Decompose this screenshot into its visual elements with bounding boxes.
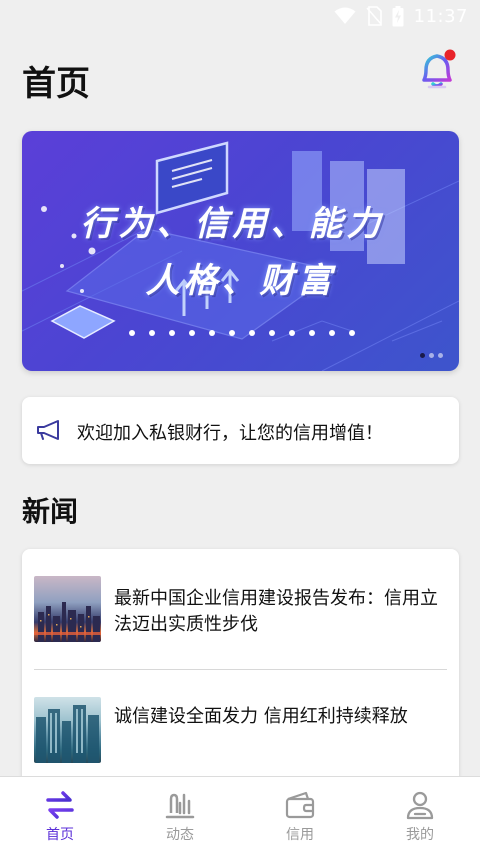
banner-pagination [420,353,443,358]
tab-credit[interactable]: 信用 [240,777,360,854]
tab-label: 信用 [286,827,314,843]
news-item[interactable]: 最新中国企业信用建设报告发布：信用立法迈出实质性步伐 [22,549,459,659]
exchange-icon [46,791,74,819]
tab-profile[interactable]: 我的 [360,777,480,854]
tab-label: 我的 [406,827,434,843]
user-icon [406,791,434,820]
promo-banner[interactable]: 行为、信用、能力 人格、财富 [22,131,459,371]
news-item[interactable]: 诚信建设全面发力 信用红利持续释放 [22,670,459,780]
wallet-icon [285,791,315,819]
battery-charging-icon [392,5,404,26]
tab-label: 动态 [166,827,194,843]
header: 首页 [0,40,480,110]
banner-dot[interactable] [429,353,434,358]
tab-label: 首页 [46,827,74,843]
news-thumbnail [34,576,101,642]
banner-dot[interactable] [420,353,425,358]
megaphone-icon [37,420,59,440]
news-thumbnail [34,697,101,763]
bottom-tab-bar: 首页 动态 信用 我的 [0,776,480,854]
banner-headline: 行为、信用、能力 [80,204,385,244]
banner-dot[interactable] [438,353,443,358]
status-bar: 11:37 [0,0,480,32]
announcement-text: 欢迎加入私银财行，让您的信用增值！ [77,423,383,444]
tab-feed[interactable]: 动态 [120,777,240,854]
status-time: 11:37 [413,5,468,27]
notification-bell-icon[interactable] [416,46,462,92]
page-title: 首页 [22,64,90,104]
announcement-bar[interactable]: 欢迎加入私银财行，让您的信用增值！ [22,397,459,464]
banner-illustration [22,141,459,371]
chart-icon [165,793,195,819]
status-icons: 11:37 [334,5,468,27]
banner-subheadline: 人格、财富 [145,261,336,301]
news-section-title: 新闻 [22,495,79,528]
news-title: 诚信建设全面发力 信用红利持续释放 [114,706,408,727]
tab-home[interactable]: 首页 [0,777,120,854]
wifi-icon [334,7,356,24]
news-list: 最新中国企业信用建设报告发布：信用立法迈出实质性步伐 诚信建设全面发力 信用红利… [22,549,459,789]
news-title: 最新中国企业信用建设报告发布：信用立法迈出实质性步伐 [114,588,438,635]
no-sim-icon [366,6,382,26]
